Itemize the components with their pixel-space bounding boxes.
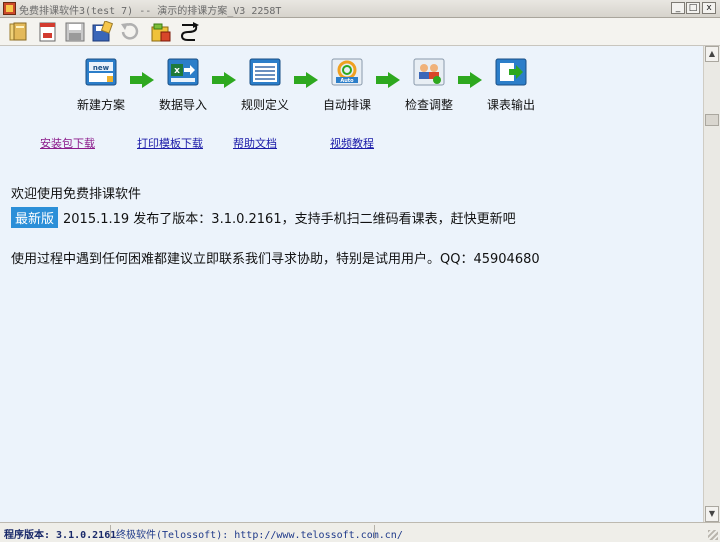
step-label: 自动排课	[322, 98, 371, 112]
auto-schedule-icon: Auto	[331, 56, 363, 88]
step-data-import[interactable]: x 数据导入	[143, 56, 223, 113]
excel-import-icon: x	[167, 56, 199, 88]
step-label: 数据导入	[158, 98, 207, 112]
step-label: 新建方案	[76, 98, 125, 112]
help-docs-link[interactable]: 帮助文档	[233, 135, 277, 151]
step-check-adjust[interactable]: 检查调整	[389, 56, 469, 113]
release-note: 2015.1.19 发布了版本：3.1.0.2161，支持手机扫二维码看课表，赶…	[63, 212, 516, 227]
rules-list-icon	[249, 56, 281, 88]
new-icon: new	[85, 56, 117, 88]
new-document-icon[interactable]	[37, 21, 59, 43]
print-template-download-link[interactable]: 打印模板下载	[137, 135, 203, 151]
step-new-plan[interactable]: new 新建方案	[61, 56, 141, 113]
save-as-icon[interactable]	[91, 21, 113, 43]
main-panel: new 新建方案 x 数据导入 规则定义 Auto 自动排课 检查调整 课表输出…	[0, 46, 703, 522]
release-row: 最新版 2015.1.19 发布了版本：3.1.0.2161，支持手机扫二维码看课…	[11, 207, 516, 228]
route-icon[interactable]	[178, 21, 200, 43]
save-disk-icon[interactable]	[64, 21, 86, 43]
close-button[interactable]: x	[702, 2, 716, 14]
program-version: 程序版本: 3.1.0.2161	[4, 530, 117, 541]
minimize-button[interactable]: _	[671, 2, 685, 14]
svg-text:new: new	[93, 64, 110, 72]
title-bar: 免费排课软件3(test 7) -- 演示的排课方案_V3 2258T _ □ …	[0, 0, 720, 18]
undo-icon[interactable]	[118, 21, 140, 43]
app-icon	[3, 2, 16, 15]
step-rule-definition[interactable]: 规则定义	[225, 56, 305, 113]
svg-text:Auto: Auto	[340, 78, 354, 84]
video-tutorial-link[interactable]: 视频教程	[330, 135, 374, 151]
scroll-thumb[interactable]	[705, 114, 719, 126]
scroll-down-icon[interactable]: ▼	[705, 506, 719, 522]
maximize-button[interactable]: □	[686, 2, 700, 14]
export-icon	[495, 56, 527, 88]
settings-lock-icon[interactable]	[150, 21, 172, 43]
installer-download-link[interactable]: 安装包下载	[40, 135, 95, 151]
contact-text: 使用过程中遇到任何困难都建议立即联系我们寻求协助，特别是试用用户。QQ：4590…	[11, 252, 540, 267]
svg-text:x: x	[174, 66, 180, 76]
status-divider	[374, 525, 375, 539]
step-timetable-output[interactable]: 课表输出	[471, 56, 551, 113]
resize-grip-icon[interactable]	[708, 530, 718, 540]
step-label: 规则定义	[240, 98, 289, 112]
status-divider	[110, 525, 111, 539]
vertical-scrollbar[interactable]: ▲ ▼	[703, 46, 720, 522]
toolbar	[0, 18, 720, 46]
step-auto-schedule[interactable]: Auto 自动排课	[307, 56, 387, 113]
step-label: 检查调整	[404, 98, 453, 112]
step-label: 课表输出	[486, 98, 535, 112]
window-title: 免费排课软件3(test 7) -- 演示的排课方案_V3 2258T	[19, 6, 282, 17]
company-info: 终极软件(Telossoft): http://www.telossoft.co…	[116, 530, 403, 541]
latest-version-badge: 最新版	[11, 207, 59, 228]
welcome-text: 欢迎使用免费排课软件	[11, 187, 142, 202]
status-bar: 程序版本: 3.1.0.2161 终极软件(Telossoft): http:/…	[0, 522, 720, 542]
scroll-up-icon[interactable]: ▲	[705, 46, 719, 62]
open-folder-icon[interactable]	[8, 21, 30, 43]
check-users-icon	[413, 56, 445, 88]
